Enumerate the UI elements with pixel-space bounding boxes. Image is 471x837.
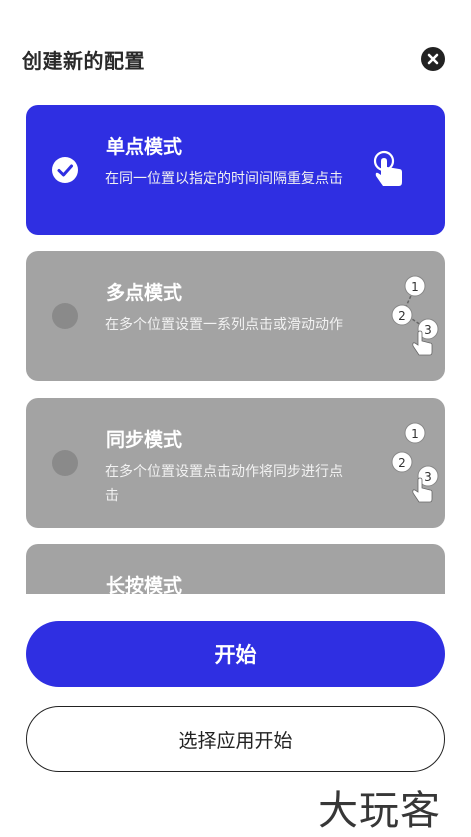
check-icon xyxy=(57,164,73,177)
mode-title: 单点模式 xyxy=(106,136,183,158)
step-label: 2 xyxy=(398,456,406,470)
step-label: 2 xyxy=(398,309,406,323)
radio-unselected[interactable] xyxy=(52,450,78,476)
start-button[interactable]: 开始 xyxy=(26,621,445,687)
mode-card-sync[interactable]: 同步模式 在多个位置设置点击动作将同步进行点击 1 2 3 xyxy=(26,398,445,528)
close-icon xyxy=(427,53,439,65)
step-label: 1 xyxy=(411,427,419,441)
dialog-header: 创建新的配置 xyxy=(0,0,471,100)
radio-selected[interactable] xyxy=(52,157,78,183)
choose-app-start-button[interactable]: 选择应用开始 xyxy=(26,706,445,772)
step-label: 1 xyxy=(411,280,419,294)
mode-description: 在多个位置设置一系列点击或滑动动作 xyxy=(105,317,343,333)
mode-card-long-press[interactable]: 长按模式 xyxy=(26,544,445,594)
step-label: 3 xyxy=(424,470,432,484)
sync-tap-icon: 1 2 3 xyxy=(391,422,439,503)
multi-tap-icon: 1 2 3 xyxy=(391,275,439,356)
close-button[interactable] xyxy=(421,47,445,71)
step-label: 3 xyxy=(424,323,432,337)
single-tap-icon xyxy=(373,150,402,186)
mode-title: 多点模式 xyxy=(106,282,183,304)
watermark-logo: 大玩客 xyxy=(318,788,441,834)
mode-description: 在同一位置以指定的时间间隔重复点击 xyxy=(105,171,343,187)
mode-list[interactable]: 单点模式 在同一位置以指定的时间间隔重复点击 多点模式 在多个位置设置一系列点击… xyxy=(0,100,471,594)
mode-title: 同步模式 xyxy=(106,429,183,451)
radio-unselected[interactable] xyxy=(52,303,78,329)
mode-card-multi[interactable]: 多点模式 在多个位置设置一系列点击或滑动动作 1 2 3 xyxy=(26,251,445,381)
mode-description: 在多个位置设置点击动作将同步进行点击 xyxy=(105,464,343,504)
dialog-title: 创建新的配置 xyxy=(22,49,145,73)
long-press-icon xyxy=(360,562,450,594)
mode-title: 长按模式 xyxy=(106,575,183,594)
mode-card-single[interactable]: 单点模式 在同一位置以指定的时间间隔重复点击 xyxy=(26,105,445,235)
